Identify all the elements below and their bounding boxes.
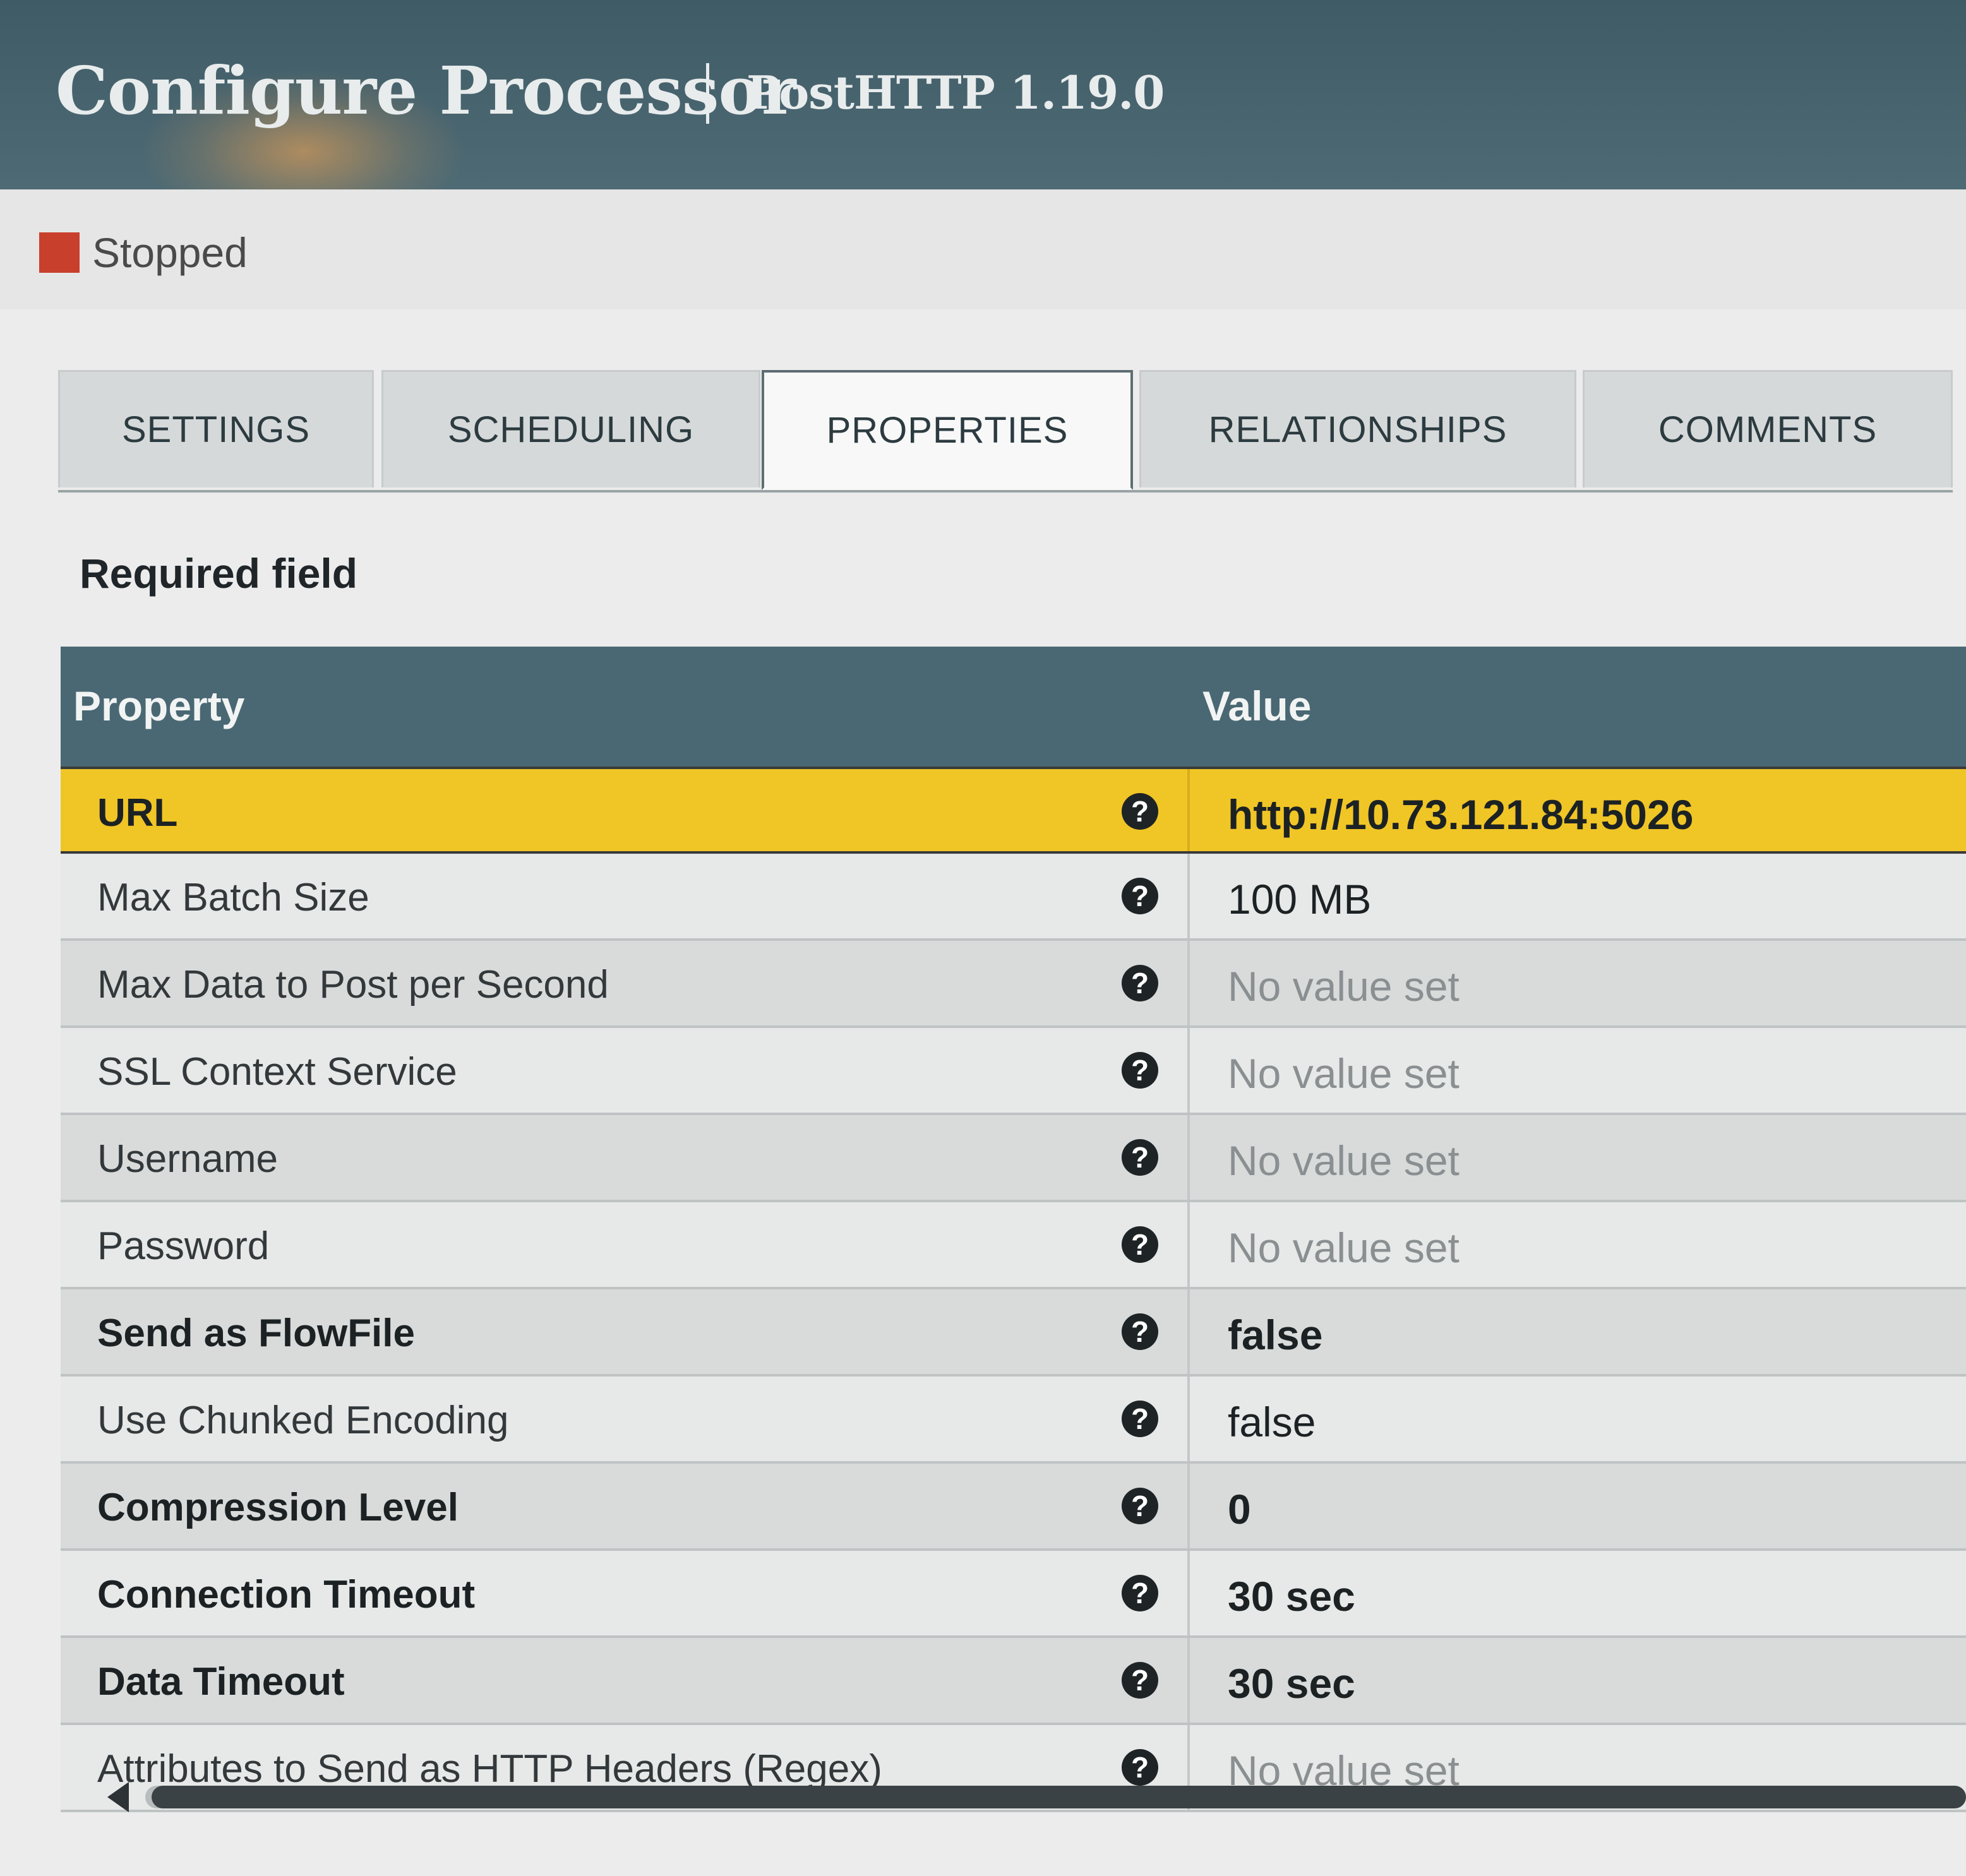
tab-bar: SETTINGS SCHEDULING PROPERTIES RELATIONS… bbox=[58, 370, 1953, 493]
scroll-left-arrow-icon[interactable] bbox=[107, 1782, 129, 1812]
question-circle-icon[interactable]: ? bbox=[1122, 1139, 1158, 1176]
property-value[interactable]: 0 bbox=[1228, 1485, 1251, 1533]
question-circle-icon[interactable]: ? bbox=[1122, 878, 1158, 914]
column-header-property[interactable]: Property bbox=[73, 682, 244, 730]
table-row[interactable]: Data Timeout ? 30 sec bbox=[61, 1638, 1966, 1725]
properties-table: Property Value URL ? http://10.73.121.84… bbox=[61, 647, 1966, 1812]
property-value[interactable]: No value set bbox=[1228, 962, 1460, 1010]
property-value[interactable]: No value set bbox=[1228, 1224, 1460, 1272]
question-circle-icon[interactable]: ? bbox=[1122, 793, 1158, 830]
property-name: Username bbox=[97, 1137, 278, 1181]
property-name: Data Timeout bbox=[97, 1660, 345, 1704]
dialog-content: SETTINGS SCHEDULING PROPERTIES RELATIONS… bbox=[0, 309, 1966, 1876]
column-separator bbox=[1187, 1028, 1190, 1113]
property-value[interactable]: false bbox=[1228, 1311, 1322, 1359]
property-value[interactable]: 30 sec bbox=[1228, 1572, 1355, 1620]
property-value[interactable]: http://10.73.121.84:5026 bbox=[1228, 791, 1693, 839]
table-row[interactable]: Max Batch Size ? 100 MB bbox=[61, 854, 1966, 941]
question-circle-icon[interactable]: ? bbox=[1122, 1488, 1158, 1524]
property-name: URL bbox=[97, 791, 178, 835]
status-text: Stopped bbox=[92, 229, 248, 276]
scrollbar-thumb[interactable] bbox=[152, 1786, 1966, 1808]
question-circle-icon[interactable]: ? bbox=[1122, 1052, 1158, 1089]
property-name: Send as FlowFile bbox=[97, 1311, 415, 1355]
property-value[interactable]: No value set bbox=[1228, 1137, 1460, 1185]
question-circle-icon[interactable]: ? bbox=[1122, 1662, 1158, 1699]
column-separator bbox=[1187, 1638, 1190, 1723]
column-separator bbox=[1187, 1289, 1190, 1374]
table-header: Property Value bbox=[61, 647, 1966, 767]
table-row[interactable]: Use Chunked Encoding ? false bbox=[61, 1377, 1966, 1464]
table-row[interactable]: Username ? No value set bbox=[61, 1115, 1966, 1202]
column-separator bbox=[1187, 1115, 1190, 1200]
column-separator bbox=[1187, 1202, 1190, 1287]
property-value[interactable]: 30 sec bbox=[1228, 1659, 1355, 1707]
dialog-title: Configure Processor bbox=[56, 52, 796, 129]
property-name: Compression Level bbox=[97, 1486, 459, 1529]
table-row[interactable]: URL ? http://10.73.121.84:5026 bbox=[61, 767, 1966, 854]
property-name: Password bbox=[97, 1224, 270, 1268]
table-row[interactable]: Connection Timeout ? 30 sec bbox=[61, 1551, 1966, 1638]
stopped-icon bbox=[39, 232, 80, 273]
column-separator bbox=[1187, 1551, 1190, 1635]
tab-settings[interactable]: SETTINGS bbox=[58, 370, 374, 487]
property-value[interactable]: No value set bbox=[1228, 1049, 1460, 1097]
property-name: Max Data to Post per Second bbox=[97, 963, 609, 1007]
required-field-legend: Required field bbox=[80, 550, 358, 597]
property-name: Max Batch Size bbox=[97, 876, 369, 919]
property-value[interactable]: false bbox=[1228, 1398, 1316, 1446]
question-circle-icon[interactable]: ? bbox=[1122, 965, 1158, 1001]
property-name: Connection Timeout bbox=[97, 1573, 476, 1616]
question-circle-icon[interactable]: ? bbox=[1122, 1401, 1158, 1437]
property-name: Use Chunked Encoding bbox=[97, 1399, 509, 1442]
question-circle-icon[interactable]: ? bbox=[1122, 1226, 1158, 1263]
table-row[interactable]: Compression Level ? 0 bbox=[61, 1464, 1966, 1551]
table-row[interactable]: Password ? No value set bbox=[61, 1202, 1966, 1289]
tab-comments[interactable]: COMMENTS bbox=[1583, 370, 1953, 487]
table-row[interactable]: Send as FlowFile ? false bbox=[61, 1289, 1966, 1377]
status-bar: Stopped bbox=[0, 189, 1966, 309]
table-row[interactable]: SSL Context Service ? No value set bbox=[61, 1028, 1966, 1115]
question-circle-icon[interactable]: ? bbox=[1122, 1749, 1158, 1786]
column-separator bbox=[1187, 941, 1190, 1025]
table-row[interactable]: Max Data to Post per Second ? No value s… bbox=[61, 941, 1966, 1028]
property-name: SSL Context Service bbox=[97, 1050, 457, 1094]
processor-type: PostHTTP 1.19.0 bbox=[746, 66, 1165, 119]
question-circle-icon[interactable]: ? bbox=[1122, 1313, 1158, 1350]
horizontal-scrollbar[interactable] bbox=[101, 1782, 1966, 1812]
property-value[interactable]: 100 MB bbox=[1228, 875, 1371, 923]
column-separator bbox=[1187, 769, 1190, 851]
title-divider bbox=[706, 63, 709, 124]
column-separator bbox=[1187, 1377, 1190, 1461]
tab-properties[interactable]: PROPERTIES bbox=[762, 370, 1133, 490]
tab-scheduling[interactable]: SCHEDULING bbox=[381, 370, 760, 487]
column-header-value[interactable]: Value bbox=[1202, 682, 1311, 730]
column-separator bbox=[1187, 854, 1190, 938]
dialog-header: Configure Processor PostHTTP 1.19.0 bbox=[0, 0, 1966, 234]
question-circle-icon[interactable]: ? bbox=[1122, 1575, 1158, 1611]
tab-relationships[interactable]: RELATIONSHIPS bbox=[1139, 370, 1576, 487]
column-separator bbox=[1187, 1464, 1190, 1548]
